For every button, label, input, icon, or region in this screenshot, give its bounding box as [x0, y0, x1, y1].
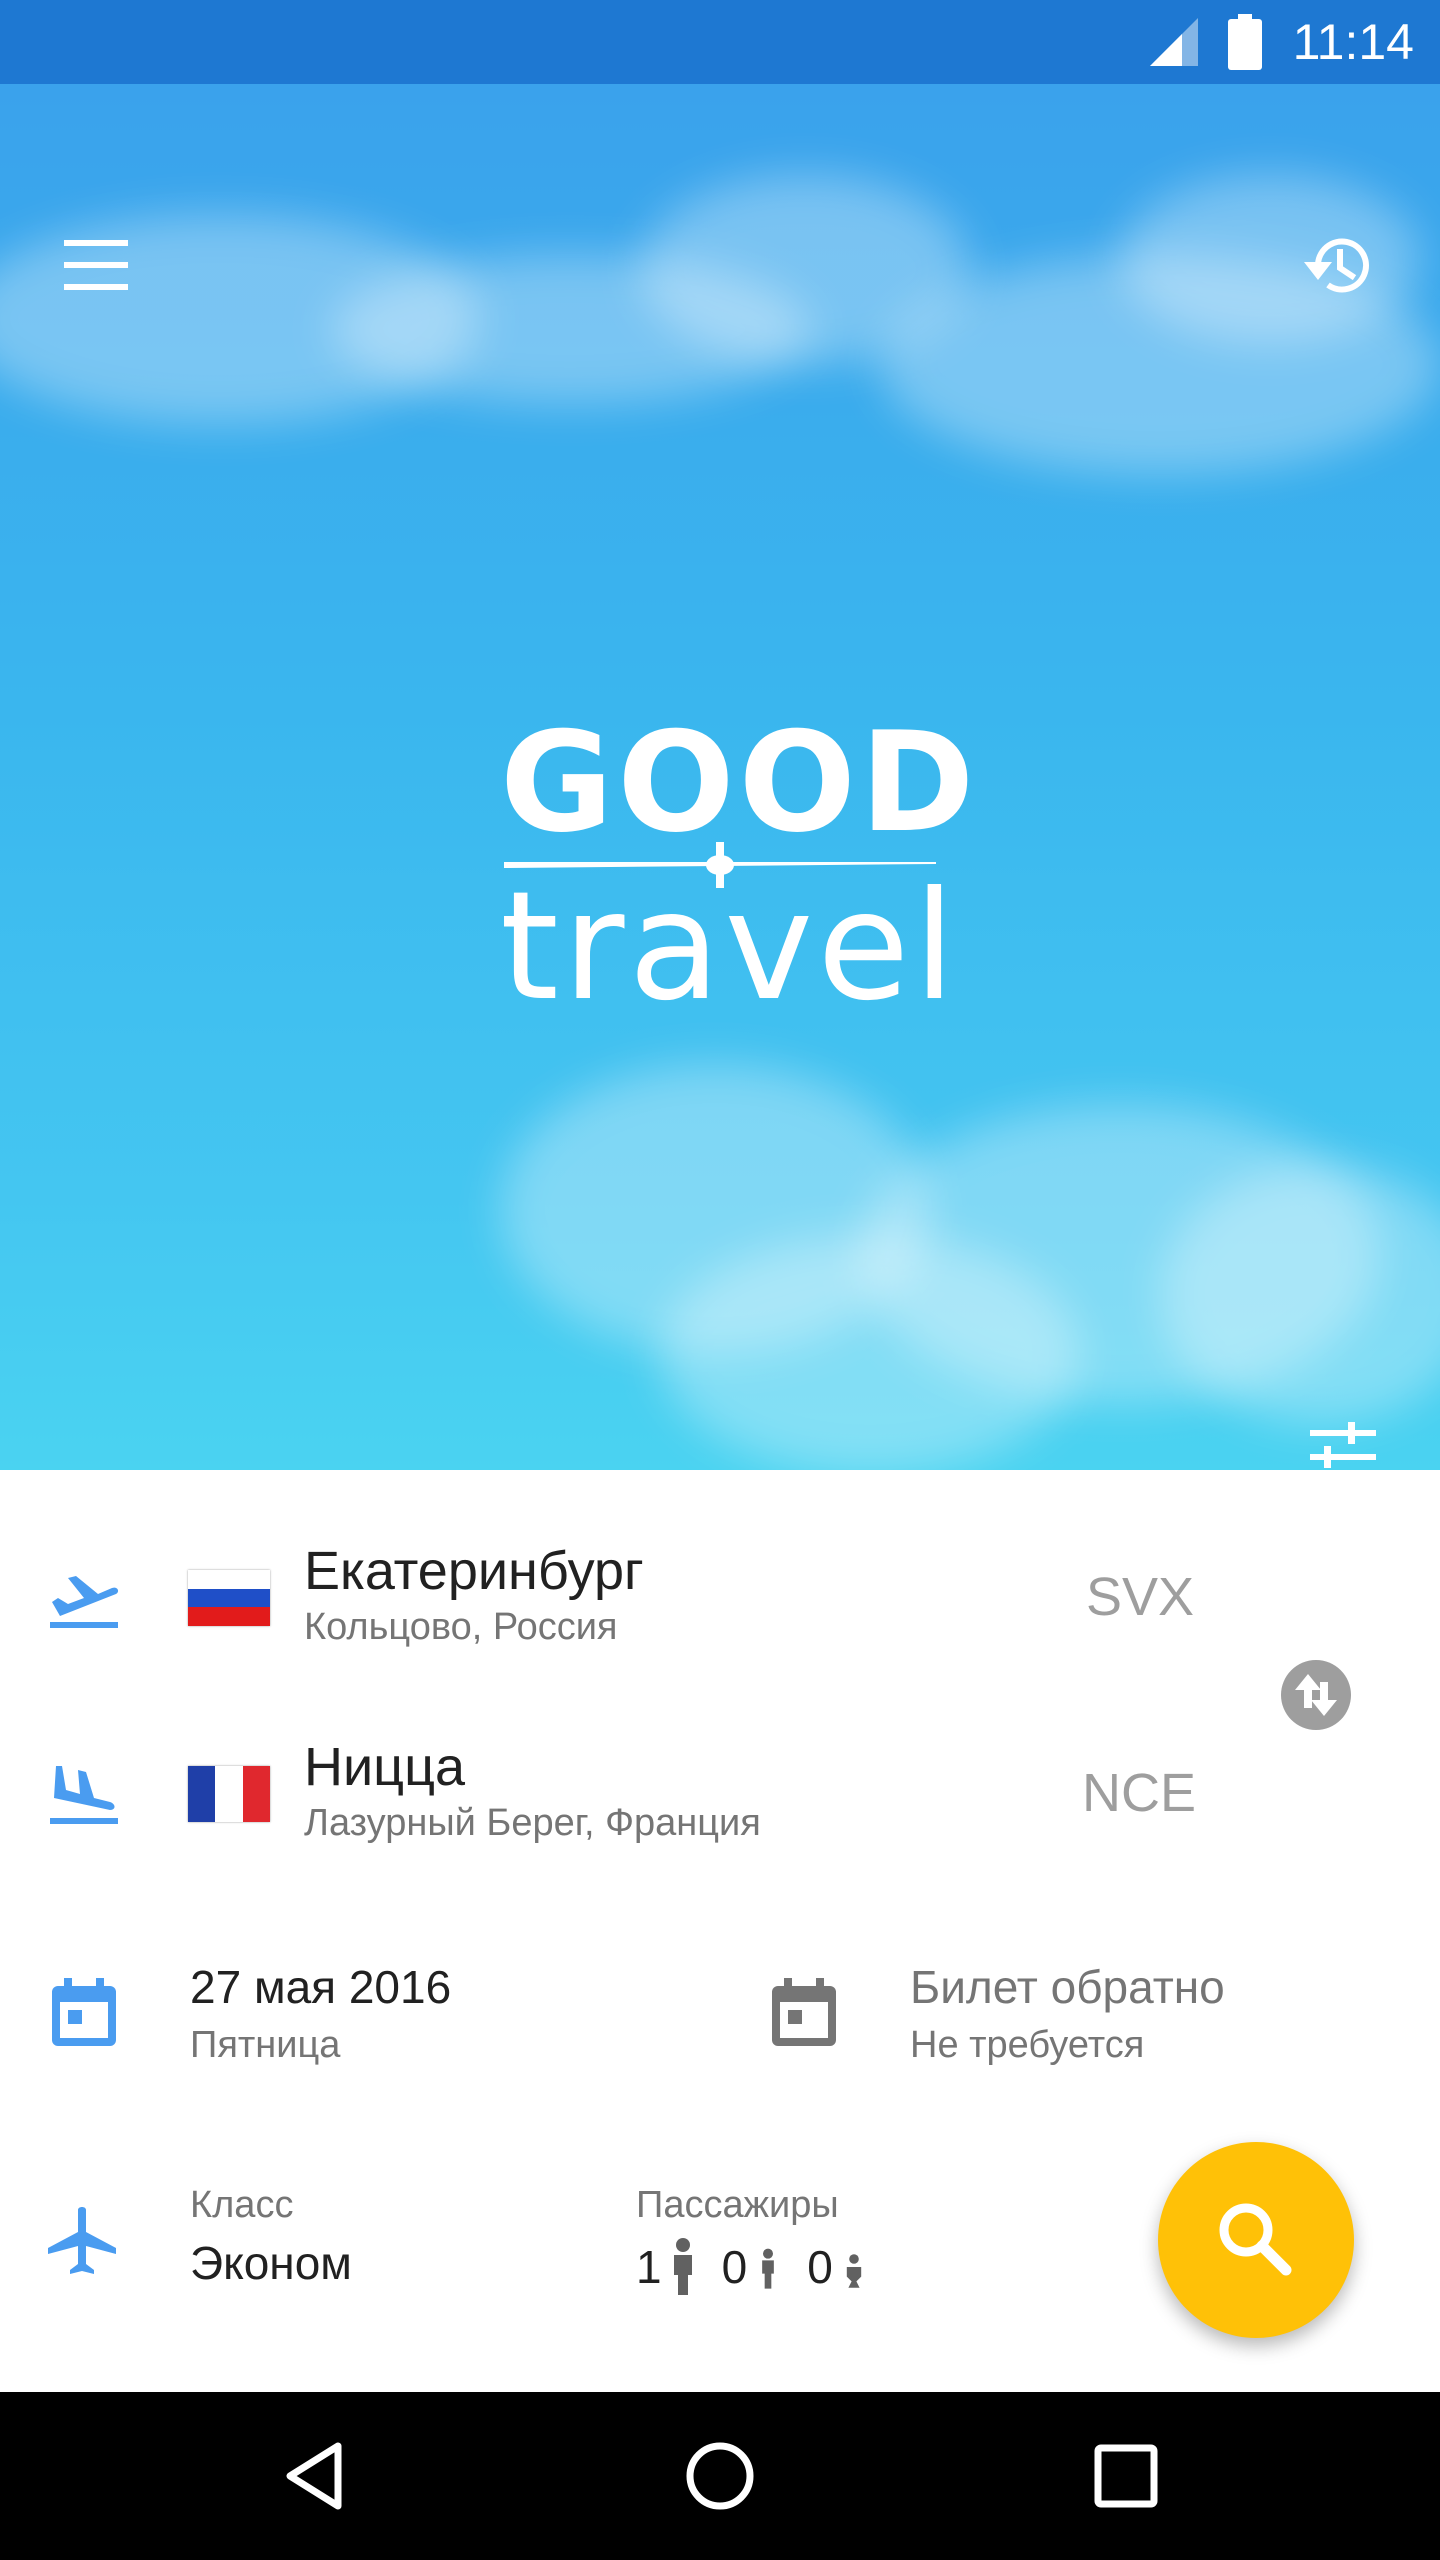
cabin-class-field[interactable]: Класс Эконом: [0, 2170, 600, 2320]
cabin-class-label: Класс: [190, 2184, 294, 2226]
search-icon: [1219, 2203, 1292, 2276]
history-icon[interactable]: [1298, 226, 1378, 306]
calendar-icon: [52, 1978, 116, 2046]
signal-icon: [1150, 18, 1198, 66]
search-button[interactable]: [1158, 2142, 1354, 2338]
cabin-class-value: Эконом: [190, 2237, 352, 2289]
destination-city: Ницца: [304, 1737, 466, 1797]
return-ticket-field[interactable]: Билет обратно Не требуется: [740, 1940, 1380, 2100]
battery-icon: [1228, 14, 1262, 70]
app-logo: GOOD travel: [500, 702, 979, 1023]
airplane-icon: [48, 2207, 116, 2274]
infant-icon: [846, 2254, 861, 2288]
status-bar: 11:14: [0, 0, 1440, 84]
adult-icon: [673, 2238, 692, 2295]
status-time: 11:14: [1292, 14, 1414, 70]
destination-code: NCE: [1082, 1763, 1197, 1823]
calendar-icon: [772, 1978, 836, 2046]
depart-weekday: Пятница: [190, 2024, 341, 2066]
flag-russia: [188, 1570, 270, 1626]
flight-takeoff-icon: [50, 1576, 119, 1628]
back-icon[interactable]: [276, 2436, 356, 2516]
swap-icon: [1295, 1674, 1337, 1716]
origin-row[interactable]: Екатеринбург Кольцово, Россия SVX: [0, 1510, 1220, 1680]
logo-good: GOOD: [500, 702, 979, 863]
depart-date: 27 мая 2016: [190, 1961, 452, 2013]
origin-airport: Кольцово, Россия: [304, 1606, 618, 1648]
origin-city: Екатеринбург: [304, 1541, 644, 1601]
destination-airport: Лазурный Берег, Франция: [304, 1802, 761, 1844]
child-icon: [762, 2248, 775, 2289]
return-title: Билет обратно: [910, 1961, 1225, 2013]
passengers-label: Пассажиры: [636, 2184, 839, 2226]
hero-banner: GOOD travel: [0, 84, 1440, 1470]
passengers-counts: 1 0 0: [636, 2230, 893, 2304]
navigation-bar: [0, 2392, 1440, 2560]
adults-count: 1: [636, 2241, 662, 2293]
return-status: Не требуется: [910, 2024, 1145, 2066]
depart-date-field[interactable]: 27 мая 2016 Пятница: [0, 1940, 700, 2100]
logo-travel: travel: [500, 860, 960, 1034]
tune-icon[interactable]: [1306, 1420, 1380, 1470]
flag-france: [188, 1766, 270, 1822]
destination-row[interactable]: Ницца Лазурный Берег, Франция NCE: [0, 1706, 1220, 1876]
origin-code: SVX: [1086, 1567, 1195, 1627]
recents-icon[interactable]: [1086, 2436, 1166, 2516]
home-icon[interactable]: [680, 2436, 760, 2516]
swap-button[interactable]: [1281, 1660, 1351, 1730]
flight-land-icon: [50, 1766, 118, 1824]
menu-icon[interactable]: [62, 238, 132, 292]
children-count: 0: [721, 2241, 748, 2293]
infants-count: 0: [807, 2241, 833, 2293]
